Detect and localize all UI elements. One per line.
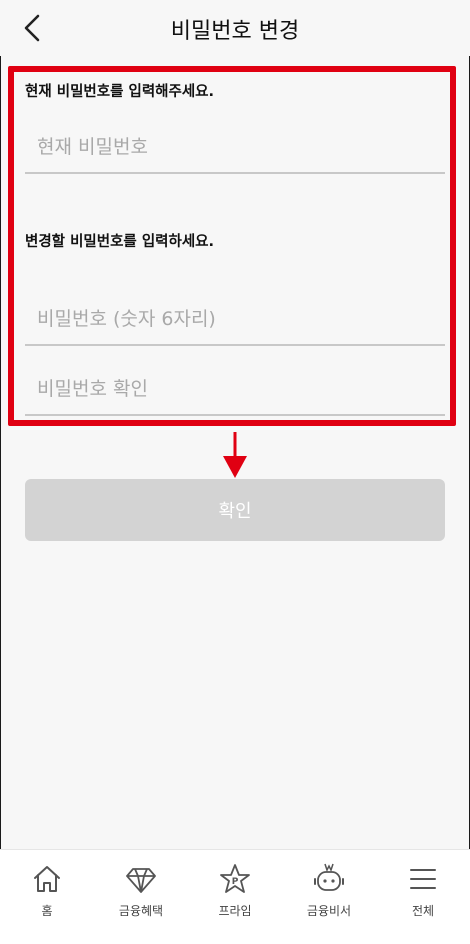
nav-item-assistant[interactable]: 금융비서 bbox=[282, 850, 376, 944]
header: 비밀번호 변경 bbox=[0, 0, 470, 56]
diamond-icon bbox=[126, 868, 156, 893]
new-password-input[interactable] bbox=[25, 294, 445, 344]
svg-text:P: P bbox=[232, 877, 239, 887]
robot-icon bbox=[314, 863, 344, 891]
nav-label-all: 전체 bbox=[411, 904, 435, 918]
menu-icon bbox=[410, 869, 436, 889]
star-p-icon: P bbox=[220, 864, 250, 893]
confirm-button[interactable]: 확인 bbox=[25, 479, 445, 541]
new-password-field bbox=[25, 294, 445, 346]
bottom-nav: 홈 금융혜택 P 프라임 금융비서 전체 bbox=[0, 849, 470, 944]
nav-item-prime[interactable]: P 프라임 bbox=[188, 850, 282, 944]
home-icon bbox=[34, 866, 60, 892]
confirm-password-input[interactable] bbox=[25, 364, 445, 414]
current-password-label: 현재 비밀번호를 입력해주세요. bbox=[25, 84, 215, 100]
nav-item-benefits[interactable]: 금융혜택 bbox=[94, 850, 188, 944]
nav-item-all[interactable]: 전체 bbox=[376, 850, 470, 944]
confirm-password-field bbox=[25, 364, 445, 416]
page-title: 비밀번호 변경 bbox=[170, 19, 300, 44]
nav-label-home: 홈 bbox=[41, 904, 53, 918]
nav-label-benefits: 금융혜택 bbox=[118, 904, 164, 918]
nav-label-prime: 프라임 bbox=[218, 904, 252, 918]
arrow-down-icon bbox=[223, 432, 247, 478]
nav-label-assistant: 금융비서 bbox=[306, 904, 352, 918]
nav-item-home[interactable]: 홈 bbox=[0, 850, 94, 944]
new-password-label: 변경할 비밀번호를 입력하세요. bbox=[25, 234, 215, 250]
current-password-input[interactable] bbox=[25, 122, 445, 172]
current-password-field bbox=[25, 122, 445, 174]
